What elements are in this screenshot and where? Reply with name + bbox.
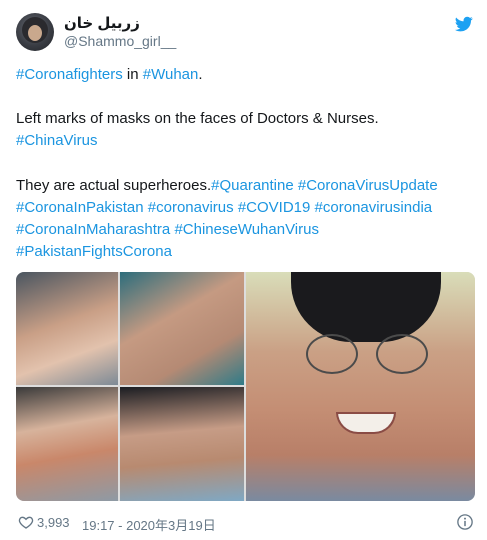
photo-nurse-2[interactable]	[120, 272, 244, 385]
hashtag-coronafighters[interactable]: #Coronafighters	[16, 66, 123, 83]
avatar-face	[28, 25, 42, 41]
text-superheroes: They are actual superheroes.	[16, 177, 212, 194]
twitter-bird-icon[interactable]	[454, 15, 474, 33]
hashtag-chinesewuhanvirus[interactable]: #ChineseWuhanVirus	[174, 221, 319, 238]
photo-nurse-1[interactable]	[16, 272, 118, 385]
tweet-timestamp[interactable]: 19:17 - 2020年3月19日	[82, 515, 216, 534]
photo-glasses-left	[306, 334, 358, 374]
tweet-line-2: Left marks of masks on the faces of Doct…	[16, 110, 379, 127]
like-count[interactable]: 3,993	[37, 515, 70, 530]
text-in: in	[122, 66, 143, 83]
hashtag-coronavirusindia[interactable]: #coronavirusindia	[315, 199, 433, 216]
hashtag-pakistanfightscorona[interactable]: #PakistanFightsCorona	[16, 243, 172, 260]
tweet-line-5: #CoronaInPakistan #coronavirus #COVID19 …	[16, 197, 476, 219]
tweet-line-1: #Coronafighters in #Wuhan.	[16, 64, 476, 86]
hashtag-covid19[interactable]: #COVID19	[238, 199, 311, 216]
tweet-header: زربیل خان @Shammo_girl__	[16, 13, 474, 53]
tweet-line-7: #PakistanFightsCorona	[16, 241, 476, 263]
tweet-line-6: #CoronaInMaharashtra #ChineseWuhanVirus	[16, 219, 476, 241]
photo-nurse-3[interactable]	[16, 387, 118, 501]
hashtag-coronavirusupdate[interactable]: #CoronaVirusUpdate	[298, 177, 438, 194]
tweet-card: زربیل خان @Shammo_girl__ #Coronafighters…	[0, 0, 487, 540]
user-handle[interactable]: @Shammo_girl__	[64, 33, 176, 49]
hashtag-coronainmaharashtra[interactable]: #CoronaInMaharashtra	[16, 221, 170, 238]
hashtag-wuhan[interactable]: #Wuhan	[143, 66, 199, 83]
tweet-line-4: They are actual superheroes.#Quarantine …	[16, 175, 476, 197]
hashtag-chinavirus[interactable]: #ChinaVirus	[16, 132, 97, 149]
photo-nurse-4[interactable]	[120, 387, 244, 501]
hashtag-quarantine[interactable]: #Quarantine	[211, 177, 294, 194]
photo-smile	[336, 412, 396, 434]
tweet-media[interactable]	[16, 272, 475, 501]
tweet-footer: 3,993 19:17 - 2020年3月19日	[16, 513, 476, 533]
hashtag-coronavirus[interactable]: #coronavirus	[148, 199, 234, 216]
display-name[interactable]: زربیل خان	[64, 14, 140, 32]
hashtag-coronainpakistan[interactable]: #CoronaInPakistan	[16, 199, 144, 216]
photo-glasses-right	[376, 334, 428, 374]
photo-doctor-smiling[interactable]	[246, 272, 475, 501]
avatar[interactable]	[16, 13, 54, 51]
tweet-line-3: #ChinaVirus	[16, 130, 476, 152]
heart-icon[interactable]	[18, 514, 34, 530]
text-period: .	[198, 66, 203, 83]
photo-hair	[291, 272, 441, 342]
info-icon[interactable]	[456, 513, 474, 531]
